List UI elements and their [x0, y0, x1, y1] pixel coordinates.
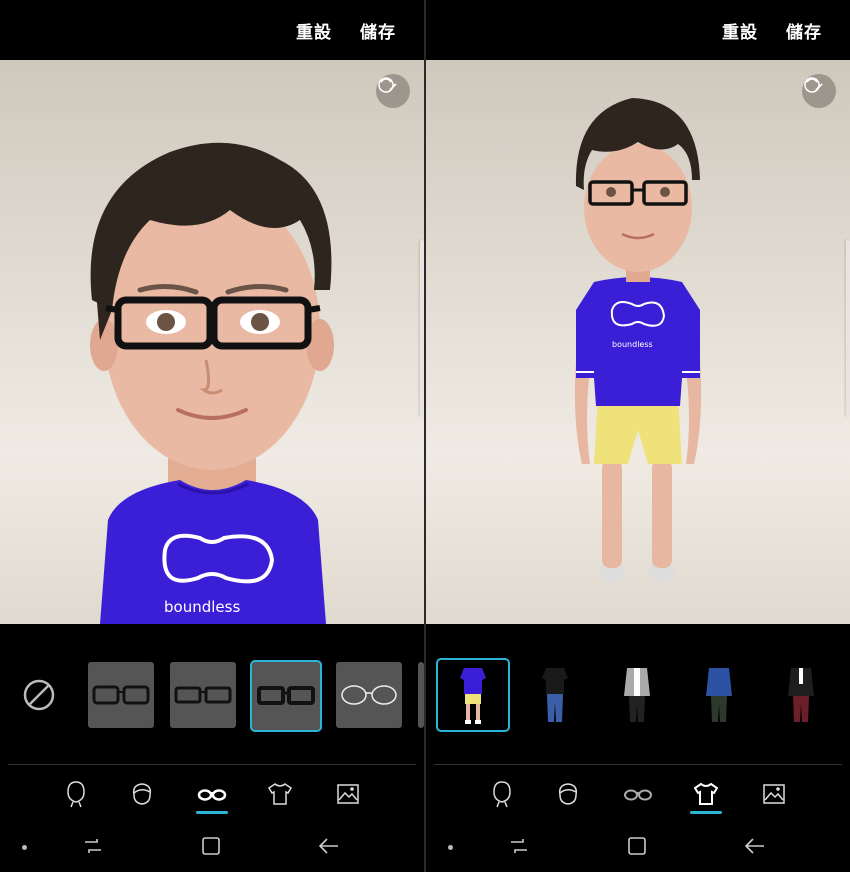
home-icon [202, 837, 220, 855]
shirt-logo-text: boundless [612, 340, 653, 349]
edge-panel-handle[interactable] [846, 240, 850, 416]
home-button[interactable] [622, 834, 652, 858]
recents-icon [511, 839, 527, 853]
purple-tee-yellow-shorts-outfit-icon [460, 668, 486, 724]
system-nav-bar [0, 820, 424, 872]
system-nav-bar [426, 820, 850, 872]
avatar-full-body: boundless [574, 98, 702, 582]
left-screen: 重設 儲存 boundless [0, 0, 424, 872]
glasses-tile-2[interactable] [170, 662, 236, 728]
active-tab-indicator [690, 811, 722, 814]
tab-hair[interactable] [122, 774, 162, 814]
black-blazer-outfit-icon [788, 668, 814, 722]
avatar-preview: boundless [426, 60, 850, 624]
tab-glasses[interactable] [192, 774, 232, 814]
shirt-logo-text: boundless [164, 598, 240, 616]
face-edit-icon [804, 77, 823, 93]
tab-background[interactable] [328, 774, 368, 814]
active-tab-indicator [196, 811, 228, 814]
tab-background[interactable] [754, 774, 794, 814]
black-tee-jeans-outfit-icon [542, 668, 568, 722]
save-button[interactable]: 儲存 [786, 18, 822, 43]
top-bar: 重設 儲存 [426, 0, 850, 60]
recents-button[interactable] [78, 834, 108, 858]
tab-face[interactable] [482, 774, 522, 814]
divider [8, 764, 416, 765]
screens: 重設 儲存 boundless 重設 儲存 boundless [0, 0, 850, 872]
glasses-tile-1[interactable] [88, 662, 154, 728]
outfit-tile-5[interactable] [768, 662, 834, 728]
face-icon [67, 781, 85, 808]
glasses-tile-5-partial[interactable] [418, 662, 424, 728]
divider [434, 764, 842, 765]
face-edit-icon [378, 77, 397, 93]
avatar-camera-button[interactable] [802, 74, 836, 108]
no-glasses-icon[interactable] [22, 678, 56, 712]
save-button[interactable]: 儲存 [360, 18, 396, 43]
back-arrow-icon [318, 838, 338, 854]
shirt-icon [693, 782, 719, 805]
background-image-icon [337, 784, 359, 804]
shirt-icon [267, 783, 293, 805]
category-tabs [426, 774, 850, 820]
home-icon [628, 837, 646, 855]
back-button[interactable] [314, 834, 344, 858]
thin-round-glasses-icon [341, 685, 397, 705]
hair-icon [558, 783, 578, 805]
reset-button[interactable]: 重設 [296, 18, 332, 43]
outfit-tile-1[interactable] [436, 658, 510, 732]
top-bar: 重設 儲存 [0, 0, 424, 60]
gray-jacket-outfit-icon [624, 668, 650, 722]
category-tabs [0, 774, 424, 820]
recents-icon [85, 839, 101, 853]
back-button[interactable] [740, 834, 770, 858]
tab-glasses[interactable] [618, 774, 658, 814]
tab-hair[interactable] [548, 774, 588, 814]
right-screen: 重設 儲存 boundless [426, 0, 850, 872]
outfit-tile-3[interactable] [604, 662, 670, 728]
avatar-preview: boundless [0, 60, 424, 624]
outfit-picker [426, 624, 850, 764]
face-icon [493, 781, 511, 808]
thick-black-glasses-icon [257, 686, 315, 705]
tab-face[interactable] [56, 774, 96, 814]
glasses-picker [0, 624, 424, 764]
outfit-tile-2[interactable] [522, 662, 588, 728]
tab-clothing[interactable] [260, 774, 300, 814]
home-button[interactable] [196, 834, 226, 858]
background-image-icon [763, 784, 785, 804]
back-arrow-icon [744, 838, 764, 854]
recents-button[interactable] [504, 834, 534, 858]
avatar-camera-button[interactable] [376, 74, 410, 108]
avatar-closeup: boundless [90, 142, 334, 624]
nav-dot-indicator [448, 845, 453, 850]
glasses-icon [624, 789, 652, 801]
rect-glasses-icon [174, 686, 232, 704]
tab-clothing[interactable] [686, 774, 726, 814]
thick-rect-glasses-icon [92, 685, 150, 705]
reset-button[interactable]: 重設 [722, 18, 758, 43]
glasses-tile-4[interactable] [336, 662, 402, 728]
glasses-tile-3[interactable] [250, 660, 322, 732]
hair-icon [132, 783, 152, 805]
glasses-icon [197, 789, 227, 801]
nav-dot-indicator [22, 845, 27, 850]
blue-denim-jacket-outfit-icon [706, 668, 732, 722]
outfit-tile-4[interactable] [686, 662, 752, 728]
edge-panel-handle[interactable] [420, 240, 424, 416]
